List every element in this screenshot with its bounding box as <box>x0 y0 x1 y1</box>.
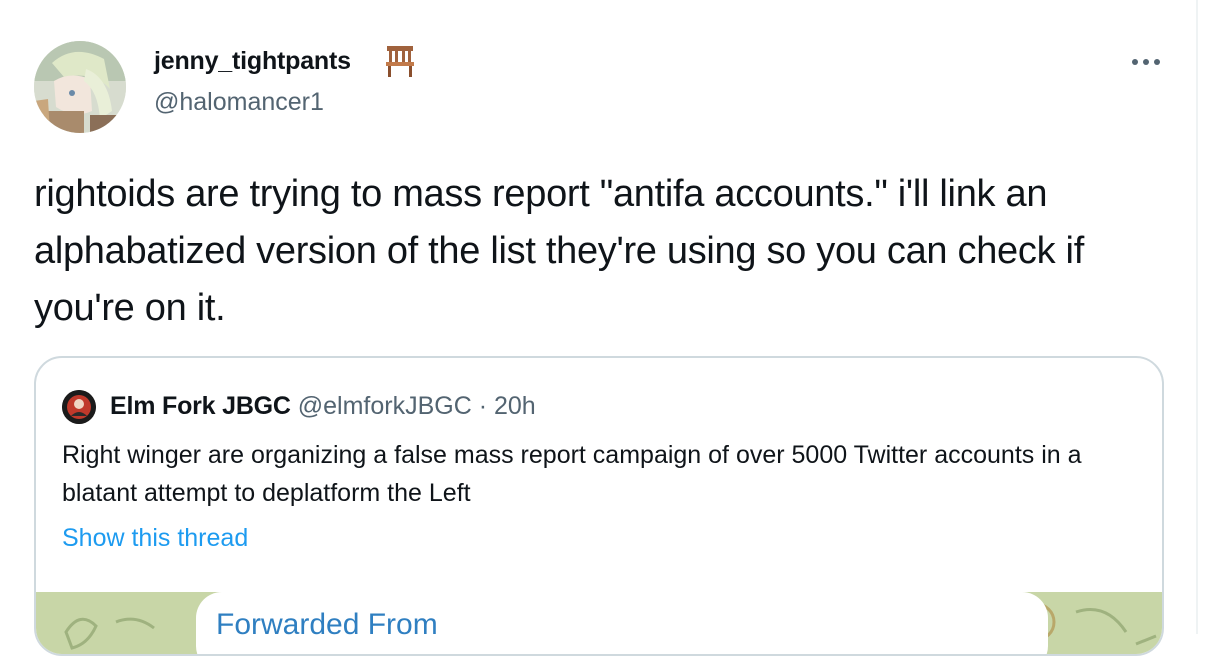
quoted-author-handle[interactable]: @elmforkJBGC <box>298 392 472 420</box>
author-handle[interactable]: @halomancer1 <box>154 88 324 117</box>
quoted-tweet-time[interactable]: 20h <box>494 392 536 420</box>
timeline-right-border <box>1196 0 1198 634</box>
quoted-media-image[interactable]: Forwarded From <box>36 592 1162 654</box>
avatar-illustration <box>34 41 126 133</box>
forwarded-from-label: Forwarded From <box>216 608 438 641</box>
quoted-author-name[interactable]: Elm Fork JBGC <box>110 392 291 420</box>
quoted-author-avatar[interactable] <box>62 390 96 424</box>
quoted-tweet-card[interactable]: Elm Fork JBGC @elmforkJBGC · 20h Right w… <box>34 356 1164 656</box>
meta-separator: · <box>478 392 488 420</box>
author-avatar[interactable] <box>34 41 126 133</box>
more-horizontal-icon <box>1132 59 1160 65</box>
quoted-tweet-header: Elm Fork JBGC @elmforkJBGC · 20h <box>110 390 536 422</box>
tweet-text: rightoids are trying to mass report "ant… <box>34 173 1084 329</box>
author-name[interactable]: jenny_tightpants <box>154 47 351 76</box>
chair-icon <box>386 46 414 77</box>
more-button[interactable] <box>1128 50 1164 74</box>
quoted-avatar-illustration <box>62 390 96 424</box>
quoted-tweet-text: Right winger are organizing a false mass… <box>62 441 1082 507</box>
show-thread-link[interactable]: Show this thread <box>62 524 248 553</box>
